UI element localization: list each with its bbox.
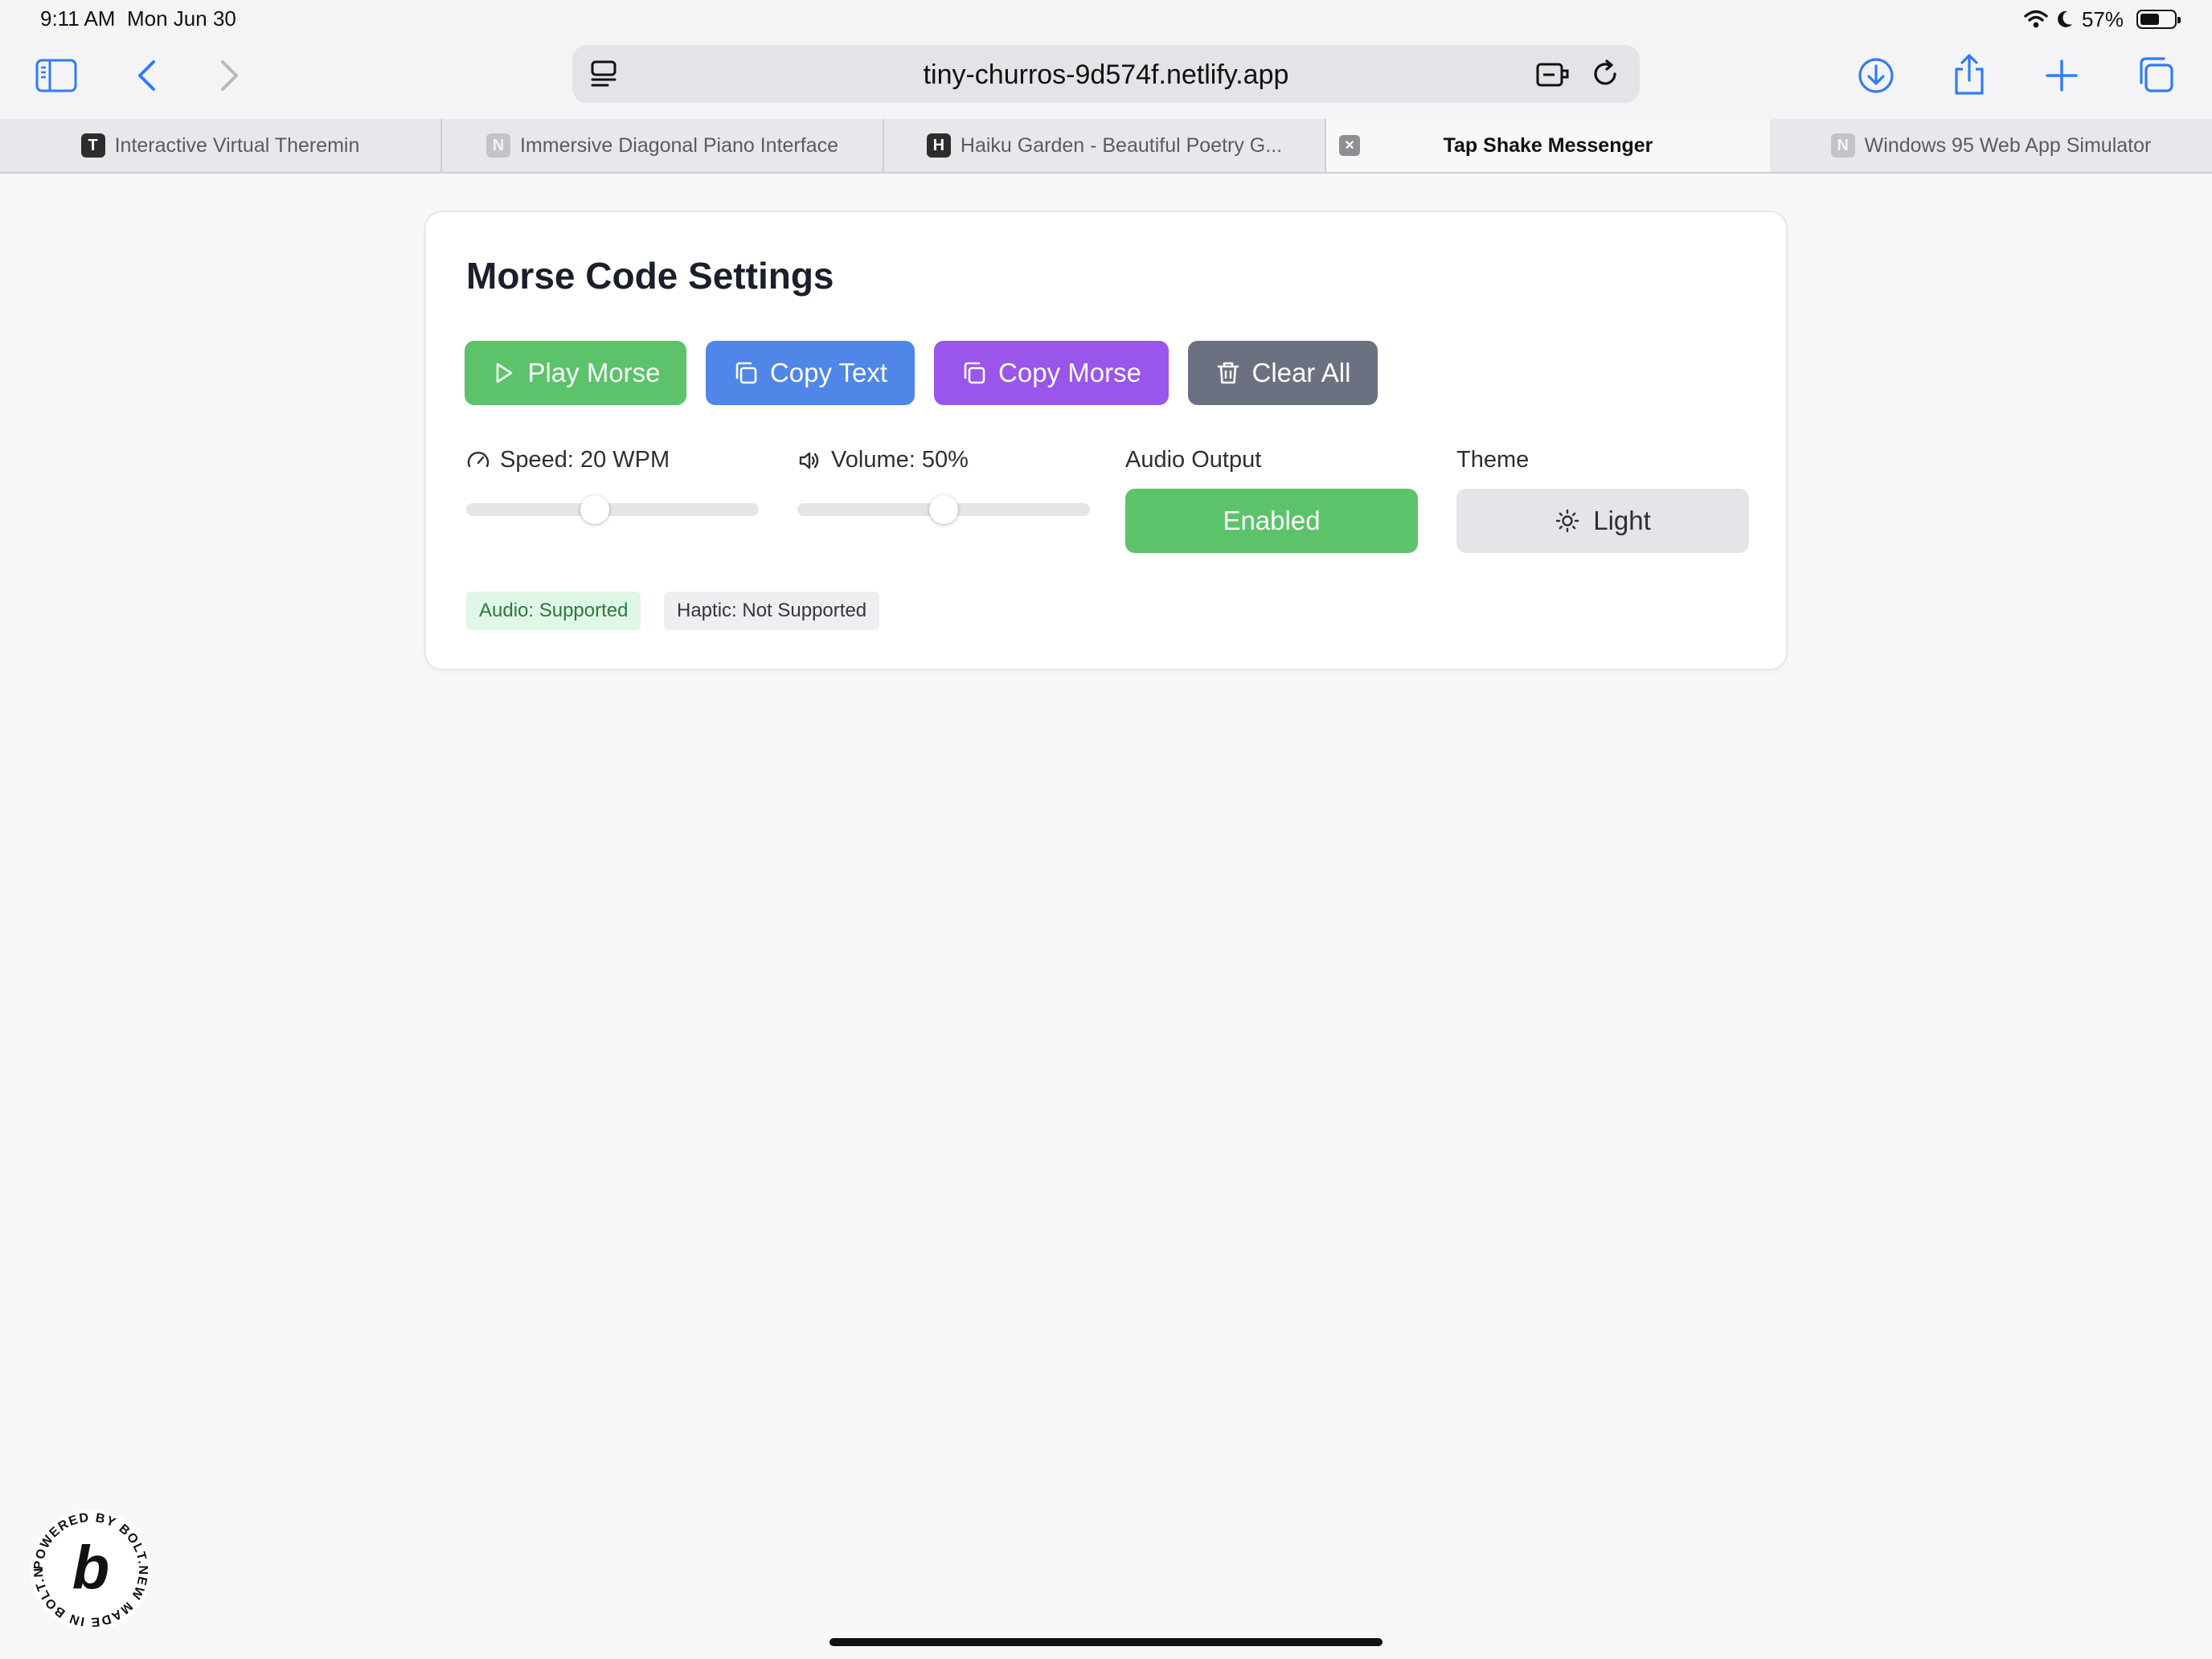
- new-tab-icon: [2046, 59, 2078, 92]
- extensions-button[interactable]: [1534, 58, 1572, 90]
- bolt-letter: b: [72, 1534, 109, 1602]
- tab-favicon: H: [926, 133, 951, 158]
- copy-morse-label: Copy Morse: [998, 358, 1141, 387]
- speed-label-text: Speed: 20 WPM: [500, 447, 670, 473]
- tab-label: Windows 95 Web App Simulator: [1864, 133, 2152, 157]
- tab-favicon: T: [80, 133, 105, 158]
- moon-icon: [2058, 10, 2072, 27]
- reload-button[interactable]: [1588, 58, 1622, 90]
- forward-icon: [221, 60, 238, 91]
- haptic-support-badge: Haptic: Not Supported: [664, 592, 880, 630]
- tab-label: Tap Shake Messenger: [1443, 133, 1653, 157]
- downloads-button[interactable]: [1854, 51, 1899, 100]
- trash-icon: [1217, 362, 1239, 384]
- tab-piano[interactable]: N Immersive Diagonal Piano Interface: [442, 119, 884, 172]
- clear-all-button[interactable]: Clear All: [1188, 341, 1378, 405]
- battery-percent: 57%: [2081, 6, 2124, 31]
- status-date: Mon Jun 30: [127, 6, 236, 31]
- tab-tap-shake-messenger[interactable]: × Tap Shake Messenger: [1326, 119, 1770, 172]
- bolt-badge[interactable]: POWERED BY BOLT.NEW MADE IN BOLT.NEW b: [23, 1497, 153, 1632]
- sidebar-icon: [35, 59, 77, 92]
- share-button[interactable]: [1947, 50, 1992, 100]
- clear-all-label: Clear All: [1251, 358, 1351, 387]
- tab-haiku[interactable]: H Haiku Garden - Beautiful Poetry G...: [884, 119, 1326, 172]
- sun-icon: [1556, 509, 1579, 533]
- volume-slider-thumb[interactable]: [929, 495, 958, 524]
- volume-slider[interactable]: [797, 495, 1090, 524]
- audio-output-label: Audio Output: [1125, 447, 1262, 473]
- status-time: 9:11 AM: [40, 6, 116, 31]
- copy-icon: [964, 362, 985, 384]
- theme-label: Theme: [1456, 447, 1530, 473]
- audio-output-toggle[interactable]: Enabled: [1125, 489, 1418, 553]
- share-icon: [1955, 54, 1984, 95]
- tab-favicon: N: [1830, 133, 1855, 158]
- back-button[interactable]: [129, 53, 164, 98]
- volume-label: Volume: 50%: [797, 447, 969, 473]
- tabs-overview-button[interactable]: [2133, 51, 2178, 98]
- tab-label: Haiku Garden - Beautiful Poetry G...: [960, 133, 1283, 157]
- tabs-overview-icon: [2140, 57, 2173, 92]
- tab-close-icon[interactable]: ×: [1339, 135, 1360, 156]
- theme-toggle[interactable]: Light: [1456, 489, 1749, 553]
- speed-label: Speed: 20 WPM: [466, 447, 670, 473]
- play-icon: [497, 363, 513, 383]
- url-text: tiny-churros-9d574f.netlify.app: [923, 59, 1289, 90]
- copy-text-label: Copy Text: [769, 358, 888, 387]
- tab-windows95[interactable]: N Windows 95 Web App Simulator: [1770, 119, 2212, 172]
- copy-morse-button[interactable]: Copy Morse: [934, 341, 1169, 405]
- tab-favicon: N: [485, 133, 510, 158]
- wifi-icon: [2024, 10, 2048, 28]
- sidebar-toggle-button[interactable]: [32, 53, 80, 98]
- audio-output-value: Enabled: [1223, 506, 1321, 535]
- theme-value: Light: [1593, 506, 1651, 535]
- back-icon: [138, 60, 155, 91]
- home-indicator[interactable]: [830, 1638, 1382, 1646]
- download-icon: [1858, 58, 1894, 93]
- bolt-logo-icon: POWERED BY BOLT.NEW MADE IN BOLT.NEW b: [23, 1497, 151, 1630]
- volume-label-text: Volume: 50%: [831, 447, 969, 473]
- speed-slider-thumb[interactable]: [580, 495, 610, 524]
- forward-button[interactable]: [212, 53, 248, 98]
- tab-bar: T Interactive Virtual Theremin N Immersi…: [0, 119, 2212, 174]
- battery-icon: [2136, 10, 2181, 29]
- tab-label: Immersive Diagonal Piano Interface: [519, 133, 839, 157]
- extension-icon: [1536, 63, 1569, 87]
- copy-icon: [735, 362, 757, 384]
- volume-icon: [799, 452, 819, 469]
- new-tab-button[interactable]: [2040, 53, 2083, 98]
- status-bar: 9:11 AM Mon Jun 30 57%: [0, 0, 2212, 39]
- copy-text-button[interactable]: Copy Text: [706, 341, 915, 405]
- speed-slider[interactable]: [466, 495, 759, 524]
- play-morse-label: Play Morse: [527, 358, 661, 387]
- status-right: 57%: [2024, 6, 2181, 32]
- audio-support-badge: Audio: Supported: [466, 592, 641, 630]
- reload-icon: [1594, 59, 1616, 85]
- gauge-icon: [467, 451, 490, 467]
- tab-theremin[interactable]: T Interactive Virtual Theremin: [0, 119, 442, 172]
- browser-toolbar: tiny-churros-9d574f.netlify.app: [0, 39, 2212, 119]
- tab-label: Interactive Virtual Theremin: [114, 133, 360, 157]
- play-morse-button[interactable]: Play Morse: [465, 341, 686, 405]
- address-bar[interactable]: tiny-churros-9d574f.netlify.app: [572, 45, 1640, 103]
- morse-settings-card: Morse Code Settings Play Morse Copy Text…: [424, 211, 1788, 670]
- page-title: Morse Code Settings: [466, 255, 834, 297]
